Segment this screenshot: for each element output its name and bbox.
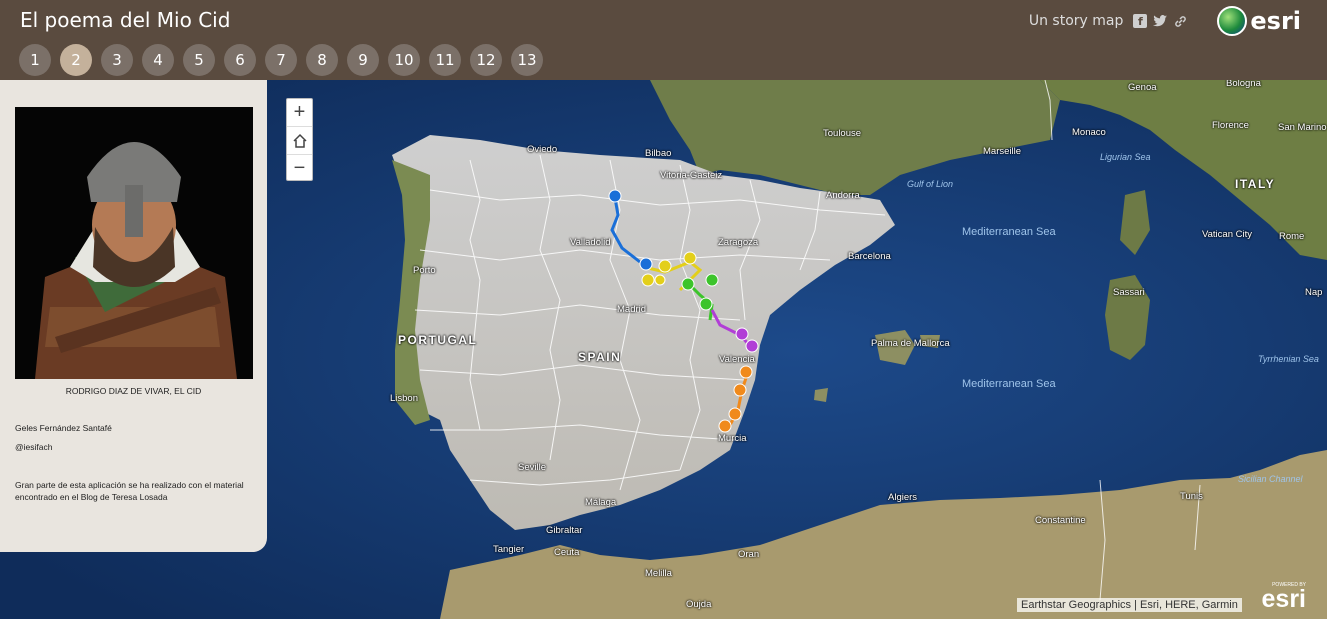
label-rome: Rome xyxy=(1279,231,1305,242)
tab-10[interactable]: 10 xyxy=(388,44,420,76)
label-melilla: Melilla xyxy=(645,568,672,579)
globe-icon xyxy=(1217,6,1248,36)
powered-by-esri: POWERED BY esri xyxy=(1262,582,1306,612)
label-nap: Nap xyxy=(1305,287,1323,298)
label-gibraltar: Gibraltar xyxy=(546,525,583,536)
tab-9[interactable]: 9 xyxy=(347,44,379,76)
home-button[interactable] xyxy=(287,127,312,155)
sidebar-panel: RODRIGO DIAZ DE VIVAR, EL CID Geles Fern… xyxy=(0,80,267,552)
label-sassari: Sassari xyxy=(1113,287,1145,298)
label-med-sea-2: Mediterranean Sea xyxy=(962,378,1056,390)
twitter-icon[interactable] xyxy=(1153,14,1168,28)
facebook-icon[interactable]: f xyxy=(1133,14,1148,28)
app-title: El poema del Mio Cid xyxy=(20,8,231,32)
map-attribution: Earthstar Geographics | Esri, HERE, Garm… xyxy=(1017,598,1242,612)
label-constantine: Constantine xyxy=(1035,515,1086,526)
label-ceuta: Ceuta xyxy=(554,547,580,558)
label-malaga: Málaga xyxy=(585,497,617,508)
tab-8[interactable]: 8 xyxy=(306,44,338,76)
label-san-marino: San Marino xyxy=(1278,122,1327,133)
label-sicilian: Sicilian Channel xyxy=(1238,474,1303,484)
label-seville: Seville xyxy=(518,462,546,473)
story-tabs: 1 2 3 4 5 6 7 8 9 10 11 12 13 xyxy=(19,44,543,76)
label-murcia: Murcia xyxy=(718,433,747,444)
tab-4[interactable]: 4 xyxy=(142,44,174,76)
zoom-control: + − xyxy=(286,98,313,181)
label-spain: SPAIN xyxy=(578,350,622,364)
label-tangier: Tangier xyxy=(493,544,525,555)
label-toulouse: Toulouse xyxy=(823,128,862,139)
link-icon[interactable] xyxy=(1173,14,1187,28)
label-portugal: PORTUGAL xyxy=(398,333,478,347)
label-vatican: Vatican City xyxy=(1202,229,1252,240)
label-italy: ITALY xyxy=(1235,177,1276,191)
home-icon xyxy=(292,133,307,148)
label-barcelona: Barcelona xyxy=(848,251,891,262)
credit-text: Gran parte de esta aplicación se ha real… xyxy=(15,480,244,502)
label-tyrrhenian: Tyrrhenian Sea xyxy=(1258,354,1319,364)
label-oviedo: Oviedo xyxy=(527,144,558,155)
label-porto: Porto xyxy=(413,265,436,276)
label-florence: Florence xyxy=(1212,120,1249,131)
label-vitoria: Vitoria-Gasteiz xyxy=(660,170,723,181)
label-med-sea-1: Mediterranean Sea xyxy=(962,226,1056,238)
tab-1[interactable]: 1 xyxy=(19,44,51,76)
esri-logo[interactable]: esri xyxy=(1217,6,1301,36)
label-marseille: Marseille xyxy=(983,146,1022,157)
label-madrid: Madrid xyxy=(617,304,647,315)
label-lisbon: Lisbon xyxy=(390,393,418,404)
cid-portrait xyxy=(15,107,253,379)
label-valladolid: Valladolid xyxy=(570,237,611,248)
label-bologna: Bologna xyxy=(1226,80,1261,89)
tab-11[interactable]: 11 xyxy=(429,44,461,76)
label-valencia: Valencia xyxy=(719,354,755,365)
header-right: Un story map f esri xyxy=(1029,6,1301,36)
label-algiers: Algiers xyxy=(888,492,918,503)
tab-12[interactable]: 12 xyxy=(470,44,502,76)
label-monaco: Monaco xyxy=(1072,127,1106,138)
label-oran: Oran xyxy=(738,549,760,560)
tab-7[interactable]: 7 xyxy=(265,44,297,76)
header-bar: El poema del Mio Cid 1 2 3 4 5 6 7 8 9 1… xyxy=(0,0,1327,80)
tab-3[interactable]: 3 xyxy=(101,44,133,76)
esri-brand: esri xyxy=(1250,7,1301,35)
portrait-caption: RODRIGO DIAZ DE VIVAR, EL CID xyxy=(65,386,202,396)
tab-2[interactable]: 2 xyxy=(60,44,92,76)
tab-6[interactable]: 6 xyxy=(224,44,256,76)
label-ligurian: Ligurian Sea xyxy=(1100,152,1151,162)
label-palma: Palma de Mallorca xyxy=(871,338,950,349)
tab-13[interactable]: 13 xyxy=(511,44,543,76)
powered-by-brand: esri xyxy=(1261,585,1306,613)
label-gulf-lion: Gulf of Lion xyxy=(907,179,954,189)
label-andorra: Andorra xyxy=(826,190,860,201)
author-name: Geles Fernández Santafé xyxy=(15,423,112,433)
label-zaragoza: Zaragoza xyxy=(718,237,759,248)
label-bilbao: Bilbao xyxy=(645,148,672,159)
ibiza xyxy=(814,388,828,402)
label-tunis: Tunis xyxy=(1180,491,1203,502)
story-map-link[interactable]: Un story map xyxy=(1029,13,1124,29)
zoom-out-button[interactable]: − xyxy=(287,155,312,182)
tab-5[interactable]: 5 xyxy=(183,44,215,76)
author-handle: @iesifach xyxy=(15,442,53,452)
label-oujda: Oujda xyxy=(686,599,712,610)
label-genoa: Genoa xyxy=(1128,82,1157,93)
zoom-in-button[interactable]: + xyxy=(287,99,312,127)
